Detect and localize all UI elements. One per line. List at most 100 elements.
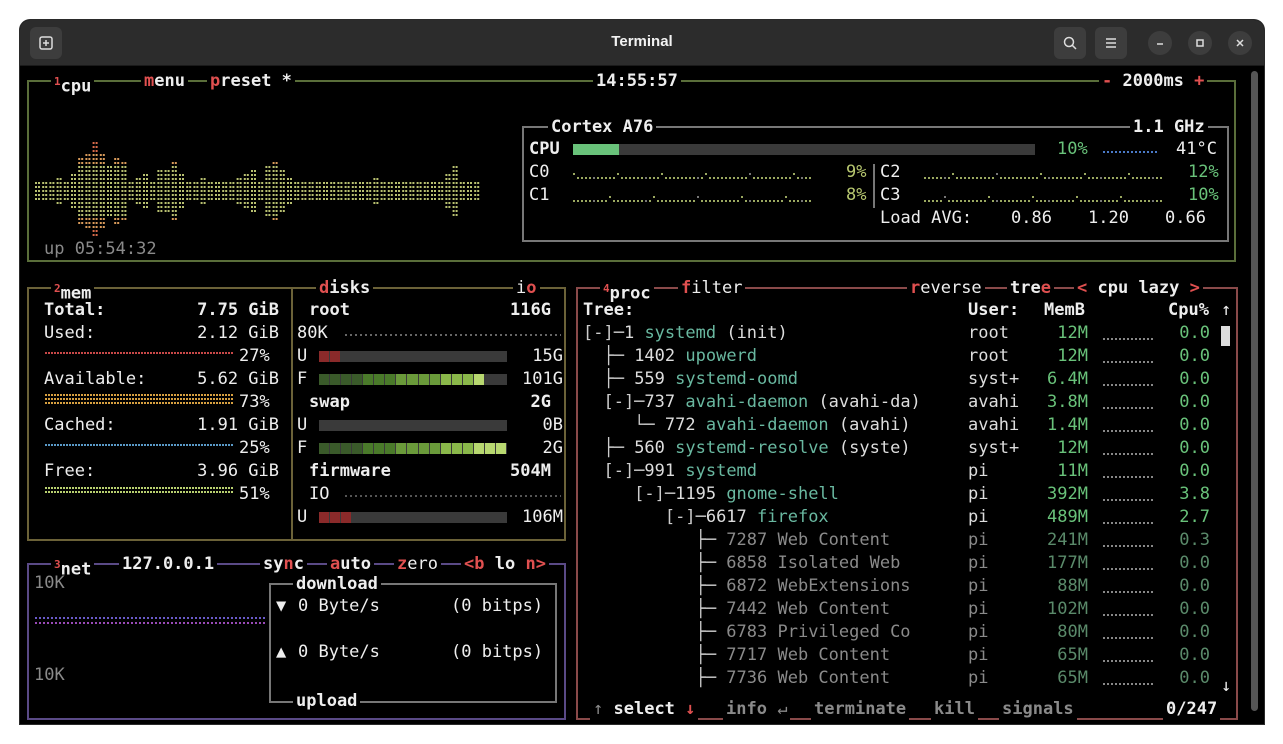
process-row[interactable]: ├─ 6872 WebExtensions pi 88M 0.0 xyxy=(578,575,1218,598)
close-button[interactable] xyxy=(1228,31,1252,55)
proc-sort-selector[interactable]: < cpu lazy > xyxy=(1074,277,1203,300)
disks-io-toggle[interactable]: io xyxy=(513,277,540,300)
disk-root-size: 116G xyxy=(510,300,551,320)
process-mem: 12M xyxy=(1057,323,1088,343)
tree-branch[interactable]: ├─ xyxy=(583,622,726,642)
col-tree-header[interactable]: Tree: xyxy=(583,299,634,322)
proc-select-control[interactable]: ↑ select ↓ xyxy=(590,698,699,721)
tree-branch[interactable]: ├─ xyxy=(583,369,634,389)
bar-segment xyxy=(341,374,352,385)
tree-branch[interactable]: ├─ xyxy=(583,530,726,550)
proc-filter-toggle[interactable]: filter xyxy=(678,277,746,300)
disk-firmware-used: 106M xyxy=(522,507,563,527)
maximize-button[interactable] xyxy=(1188,31,1212,55)
process-mem: 489M xyxy=(1047,507,1088,527)
process-pid: 6617 xyxy=(705,507,758,527)
tree-branch[interactable]: ├─ xyxy=(583,576,726,596)
process-row[interactable]: [-]─737 avahi-daemon (avahi-da) avahi 3.8M… xyxy=(578,391,1218,414)
disk-firmware-name: firmware xyxy=(309,461,391,481)
process-tree-cell: ├─ 6858 Isolated Web xyxy=(583,552,901,575)
proc-tree-toggle[interactable]: tree xyxy=(1007,277,1054,300)
terminal-scrollbar-track[interactable] xyxy=(1244,67,1264,724)
process-name: gnome-shell xyxy=(726,484,839,504)
search-button[interactable] xyxy=(1054,27,1086,59)
bar-segment xyxy=(319,512,330,523)
cpu-preset-toggle[interactable]: preset * xyxy=(207,70,295,93)
maximize-icon xyxy=(1196,39,1204,47)
bar-segment xyxy=(385,374,396,385)
proc-reverse-toggle[interactable]: reverse xyxy=(907,277,985,300)
download-arrow-icon: ▼ xyxy=(276,596,287,616)
clock: 14:55:57 xyxy=(593,70,681,93)
disks-title[interactable]: disks xyxy=(316,277,374,300)
update-interval[interactable]: - 2000ms + xyxy=(1099,70,1208,93)
bar-segment xyxy=(407,443,418,454)
process-name: upowerd xyxy=(685,346,758,366)
cpu-temp-graph xyxy=(1103,151,1158,153)
disk-swap-used: 0B xyxy=(542,415,563,435)
tree-branch[interactable]: └─ xyxy=(583,415,665,435)
col-cpu-header[interactable]: Cpu% xyxy=(1168,299,1209,322)
proc-scrollbar-thumb[interactable] xyxy=(1221,326,1230,346)
col-mem-header[interactable]: MemB xyxy=(1044,299,1085,322)
bar-segment xyxy=(440,374,451,385)
upload-label: upload xyxy=(293,690,361,713)
process-cpu: 0.3 xyxy=(1179,530,1210,550)
net-interface-selector[interactable]: <b lo n> xyxy=(461,553,549,576)
core-c1-label: C1 xyxy=(529,185,550,205)
process-tree-cell: [-]─1 systemd (init) xyxy=(583,322,788,345)
proc-scroll-down-icon[interactable]: ↓ xyxy=(1221,675,1231,698)
process-row[interactable]: [-]─991 systemd pi 11M 0.0 xyxy=(578,460,1218,483)
tree-branch[interactable]: [-]─ xyxy=(583,461,644,481)
process-cpu: 0.0 xyxy=(1179,599,1210,619)
terminal-area[interactable]: 1cpu menu preset * 14:55:57 - 2000ms + u… xyxy=(20,67,1264,724)
net-zero-toggle[interactable]: zero xyxy=(394,553,441,576)
tree-branch[interactable]: ├─ xyxy=(583,599,726,619)
minimize-button[interactable] xyxy=(1148,31,1172,55)
process-row[interactable]: ├─ 6858 Isolated Web pi 177M 0.0 xyxy=(578,552,1218,575)
download-label: download xyxy=(293,573,381,596)
process-name: systemd-resolve xyxy=(675,438,829,458)
col-user-header[interactable]: User: xyxy=(968,299,1019,322)
tree-branch[interactable]: ├─ xyxy=(583,668,726,688)
tree-branch[interactable]: ├─ xyxy=(583,553,726,573)
proc-info-button[interactable]: info ↵ xyxy=(723,698,791,721)
process-row[interactable]: [-]─1195 gnome-shell pi 392M 3.8 xyxy=(578,483,1218,506)
process-cpu-graph xyxy=(1103,384,1155,386)
cpu-menu-toggle[interactable]: menu xyxy=(141,70,188,93)
process-pid: 737 xyxy=(644,392,686,412)
upload-arrow-icon: ▲ xyxy=(276,642,287,662)
process-row[interactable]: ├─ 7287 Web Content pi 241M 0.3 xyxy=(578,529,1218,552)
tree-branch[interactable]: [-]─ xyxy=(583,323,624,343)
proc-scroll-up-icon[interactable]: ↑ xyxy=(1221,299,1231,322)
proc-terminate-button[interactable]: terminate xyxy=(811,698,910,721)
bar-segment xyxy=(429,374,440,385)
process-row[interactable]: ├─ 7442 Web Content pi 102M 0.0 xyxy=(578,598,1218,621)
proc-kill-button[interactable]: kill xyxy=(931,698,978,721)
menu-button[interactable] xyxy=(1095,27,1127,59)
disk-root-used: 15G xyxy=(532,346,563,366)
tree-branch[interactable]: [-]─ xyxy=(583,507,706,527)
core-c2-percent: 12% xyxy=(1188,162,1219,182)
process-row[interactable]: ├─ 7736 Web Content pi 65M 0.0 xyxy=(578,667,1218,690)
mem-total-value: 7.75 GiB xyxy=(197,300,279,320)
disk-swap-used-label: U xyxy=(297,415,308,435)
process-row[interactable]: └─ 772 avahi-daemon (avahi) avahi 1.4M 0.0 xyxy=(578,414,1218,437)
process-row[interactable]: ├─ 6783 Privileged Co pi 80M 0.0 xyxy=(578,621,1218,644)
tree-branch[interactable]: [-]─ xyxy=(583,392,644,412)
mem-used-value: 2.12 GiB xyxy=(197,323,279,343)
mem-free-label: Free: xyxy=(44,461,96,481)
process-row[interactable]: ├─ 560 systemd-resolve (syste) syst+ 12M 0.… xyxy=(578,437,1218,460)
process-row[interactable]: [-]─6617 firefox pi 489M 2.7 xyxy=(578,506,1218,529)
process-row[interactable]: ├─ 559 systemd-oomd syst+ 6.4M 0.0 xyxy=(578,368,1218,391)
process-row[interactable]: ├─ 1402 upowerd root 12M 0.0 xyxy=(578,345,1218,368)
tree-branch[interactable]: ├─ xyxy=(583,645,726,665)
process-row[interactable]: ├─ 7717 Web Content pi 65M 0.0 xyxy=(578,644,1218,667)
terminal-scrollbar-thumb[interactable] xyxy=(1251,71,1258,711)
tree-branch[interactable]: [-]─ xyxy=(583,484,675,504)
proc-signals-button[interactable]: signals xyxy=(999,698,1077,721)
tree-branch[interactable]: ├─ xyxy=(583,438,634,458)
process-pid: 6872 xyxy=(726,576,778,596)
tree-branch[interactable]: ├─ xyxy=(583,346,634,366)
process-row[interactable]: [-]─1 systemd (init) root 12M 0.0 xyxy=(578,322,1218,345)
